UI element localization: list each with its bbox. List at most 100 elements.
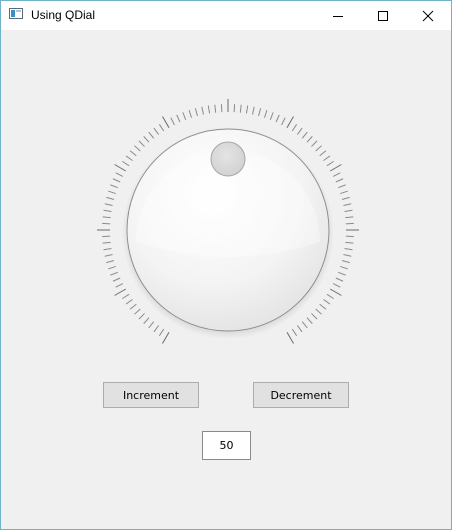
dial-major-notch bbox=[162, 331, 170, 344]
dial-notch bbox=[340, 190, 348, 195]
app-window: Using QDial Increment Decrement 50 bbox=[0, 0, 452, 530]
dial-notch bbox=[106, 260, 115, 264]
dial-notch bbox=[108, 265, 116, 270]
dial-notch bbox=[108, 190, 116, 195]
dial-notch bbox=[341, 196, 350, 200]
dial-notch bbox=[337, 184, 346, 189]
dial-notch bbox=[138, 140, 145, 147]
dial-handle[interactable] bbox=[210, 141, 246, 177]
dial-major-notch bbox=[286, 116, 294, 129]
dial-major-notch bbox=[114, 288, 127, 296]
dial-notch bbox=[258, 108, 262, 117]
dial-notch bbox=[104, 203, 113, 206]
dial-notch bbox=[315, 145, 322, 152]
close-icon bbox=[422, 10, 434, 22]
dial-notch bbox=[263, 110, 268, 118]
dial-notch bbox=[112, 277, 121, 282]
dial-notch bbox=[112, 178, 121, 183]
dial-notch bbox=[207, 105, 211, 114]
dial-notch bbox=[323, 155, 331, 162]
dial-notch bbox=[301, 321, 308, 329]
dial-notch bbox=[201, 106, 204, 115]
dial-notch bbox=[129, 303, 137, 310]
dial-notch bbox=[239, 104, 242, 113]
dial-notch bbox=[148, 321, 155, 329]
dial-notch bbox=[252, 106, 255, 115]
dial-notch bbox=[122, 293, 130, 300]
dial-notch bbox=[106, 196, 115, 200]
dial-notch bbox=[332, 172, 341, 177]
dial-notch bbox=[143, 317, 150, 324]
dial-notch bbox=[188, 110, 193, 118]
dial-notch bbox=[153, 127, 160, 135]
dial-notch bbox=[115, 172, 124, 177]
dial-notch bbox=[194, 108, 198, 117]
dial-notch bbox=[125, 155, 133, 162]
dial[interactable] bbox=[96, 97, 360, 361]
dial-notch bbox=[269, 112, 274, 121]
maximize-button[interactable] bbox=[360, 1, 406, 30]
increment-button[interactable]: Increment bbox=[103, 382, 199, 408]
dial-notch bbox=[176, 114, 181, 123]
dial-notch bbox=[344, 247, 353, 251]
dial-notch bbox=[306, 317, 313, 324]
dial-notch bbox=[306, 136, 313, 143]
dial-notch bbox=[341, 260, 350, 264]
dial-notch bbox=[291, 124, 298, 132]
dial-notch bbox=[326, 293, 334, 300]
maximize-icon bbox=[378, 11, 388, 21]
dial-notch bbox=[311, 140, 318, 147]
dial-notch bbox=[148, 131, 155, 139]
dial-notch bbox=[315, 308, 322, 315]
dial-notch bbox=[343, 203, 352, 206]
dial-notch bbox=[332, 283, 341, 288]
dial-notch bbox=[343, 254, 352, 257]
dial-notch bbox=[345, 216, 354, 219]
close-button[interactable] bbox=[405, 1, 451, 30]
dial-notch bbox=[337, 271, 346, 276]
dial-notch bbox=[319, 150, 327, 157]
dial-notch bbox=[143, 136, 150, 143]
dial-notch bbox=[182, 112, 187, 121]
dial-notch bbox=[102, 241, 111, 244]
dial-notch bbox=[103, 247, 112, 251]
title-bar[interactable]: Using QDial bbox=[1, 1, 451, 30]
dial-notch bbox=[326, 160, 334, 167]
value-display: 50 bbox=[202, 431, 251, 460]
dial-notch bbox=[103, 209, 112, 213]
dial-notch bbox=[125, 298, 133, 305]
dial-notch bbox=[281, 117, 286, 126]
minimize-button[interactable] bbox=[315, 1, 361, 30]
dial-notch bbox=[115, 283, 124, 288]
dial-notch bbox=[275, 114, 280, 123]
dial-notch bbox=[104, 254, 113, 257]
dial-notch bbox=[335, 277, 344, 282]
dial-notch bbox=[335, 178, 344, 183]
minimize-icon bbox=[333, 16, 343, 17]
dial-notch bbox=[323, 298, 331, 305]
dial-major-notch bbox=[162, 116, 170, 129]
window-title: Using QDial bbox=[31, 8, 96, 22]
dial-notch bbox=[311, 313, 318, 320]
dial-notch bbox=[301, 131, 308, 139]
dial-notch bbox=[291, 328, 298, 336]
dial-major-notch bbox=[114, 164, 127, 172]
dial-notch bbox=[170, 117, 175, 126]
dial-notch bbox=[102, 216, 111, 219]
dial-notch bbox=[340, 265, 348, 270]
dial-major-notch bbox=[329, 164, 342, 172]
decrement-button[interactable]: Decrement bbox=[253, 382, 349, 408]
dial-notch bbox=[129, 150, 137, 157]
dial-notch bbox=[138, 313, 145, 320]
dial-notch bbox=[110, 184, 119, 189]
dial-major-notch bbox=[329, 288, 342, 296]
dial-notch bbox=[134, 308, 141, 315]
dial-major-notch bbox=[286, 331, 294, 344]
dial-notch bbox=[153, 325, 160, 333]
dial-notch bbox=[245, 105, 249, 114]
dial-notch bbox=[158, 124, 165, 132]
dial-notch bbox=[296, 127, 303, 135]
app-window-icon bbox=[9, 8, 23, 19]
dial-notch bbox=[345, 241, 354, 244]
dial-notch bbox=[158, 328, 165, 336]
